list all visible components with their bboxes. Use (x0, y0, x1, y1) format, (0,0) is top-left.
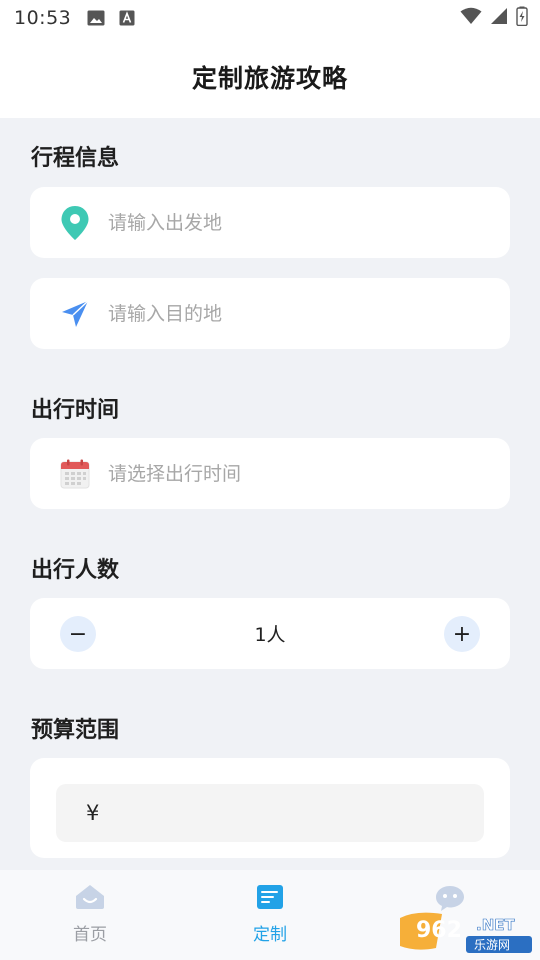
location-pin-icon (60, 187, 108, 258)
calendar-icon (60, 438, 108, 509)
budget-section-title: 预算范围 (31, 718, 120, 743)
travel-time-section-title: 出行时间 (31, 398, 120, 423)
destination-input[interactable] (108, 302, 468, 325)
travel-time-input[interactable] (108, 462, 468, 485)
page-title: 定制旅游攻略 (191, 64, 348, 93)
decrement-button[interactable]: − (60, 616, 96, 652)
home-icon (75, 884, 105, 914)
form-content[interactable]: 行程信息 出行时间 (0, 118, 540, 870)
tab-customize[interactable]: 定制 (180, 870, 360, 960)
destination-card[interactable] (30, 278, 510, 349)
signal-icon (490, 7, 508, 29)
battery-icon (516, 6, 528, 30)
status-time: 10:53 (14, 7, 72, 29)
travelers-stepper: 1人 − + (30, 598, 510, 669)
departure-card[interactable] (30, 187, 510, 258)
svg-text:962: 962 (416, 918, 462, 943)
tab-customize-label: 定制 (253, 925, 287, 945)
gallery-icon (87, 10, 105, 26)
text-a-icon (119, 10, 135, 26)
tab-home-label: 首页 (73, 925, 107, 945)
departure-input[interactable] (108, 211, 468, 234)
wifi-icon (460, 7, 482, 29)
tab-home[interactable]: 首页 (0, 870, 180, 960)
document-icon (256, 884, 284, 914)
budget-field[interactable]: ¥ (56, 784, 484, 842)
budget-card: ¥ (30, 758, 510, 858)
currency-symbol: ¥ (86, 801, 100, 825)
navigation-arrow-icon (60, 278, 108, 349)
site-watermark: 962 .NET 乐游网 (396, 908, 536, 956)
travelers-count: 1人 (254, 624, 286, 646)
travelers-section-title: 出行人数 (31, 558, 120, 583)
travel-time-card[interactable] (30, 438, 510, 509)
increment-button[interactable]: + (444, 616, 480, 652)
status-bar: 10:53 (0, 0, 540, 36)
svg-text:.NET: .NET (476, 916, 515, 934)
status-right (460, 0, 528, 36)
budget-input[interactable] (105, 802, 446, 824)
itinerary-section-title: 行程信息 (31, 146, 120, 171)
title-bar: 定制旅游攻略 (0, 36, 540, 118)
watermark-subtext: 乐游网 (474, 938, 510, 952)
